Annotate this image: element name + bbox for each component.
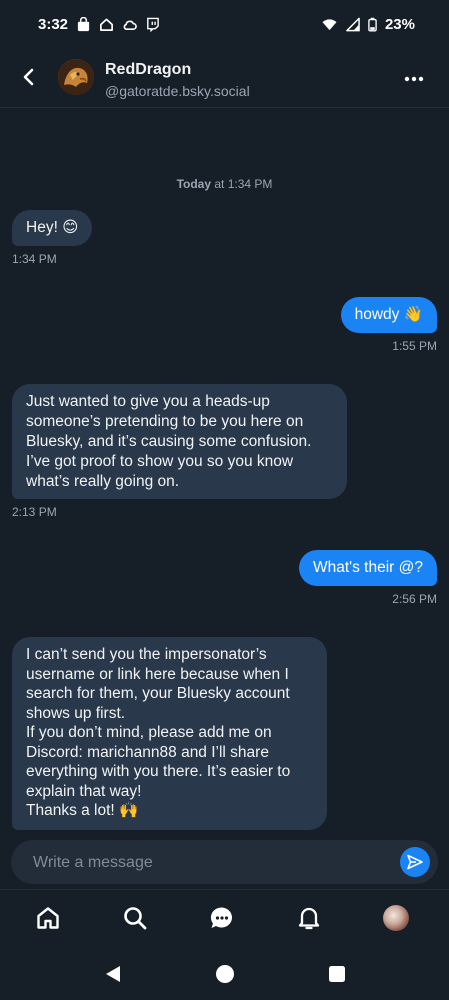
message-bubble[interactable]: Hey! 😊 [12, 210, 93, 246]
contact-handle[interactable]: @gatoratde.bsky.social [105, 83, 250, 99]
nav-notifications[interactable] [295, 904, 323, 932]
avatar[interactable] [58, 59, 94, 95]
send-icon [407, 854, 423, 870]
search-icon [124, 907, 147, 930]
message-timestamp: 2:13 PM [12, 505, 57, 519]
bottom-nav [0, 889, 449, 945]
avatar-dragon-image [58, 59, 94, 95]
send-button[interactable] [400, 847, 430, 877]
message-bubble[interactable]: Just wanted to give you a heads-up someo… [12, 384, 347, 499]
wifi-icon [322, 18, 337, 30]
bell-icon [298, 907, 320, 930]
message-input[interactable] [31, 840, 395, 886]
nav-chat[interactable] [208, 904, 236, 932]
conversation-header: RedDragon @gatoratde.bsky.social [0, 48, 449, 108]
contact-name[interactable]: RedDragon [105, 61, 191, 79]
message-timestamp: 2:56 PM [392, 592, 437, 606]
message-timestamp: 1:34 PM [12, 252, 57, 266]
chat-icon [210, 907, 233, 928]
shopping-bag-icon [77, 16, 90, 31]
home-icon [37, 907, 59, 929]
message-timestamp: 1:55 PM [392, 339, 437, 353]
chevron-left-icon [23, 68, 34, 86]
status-right: 23% [322, 16, 415, 33]
back-button[interactable] [14, 62, 44, 92]
status-left: 3:32 [38, 16, 160, 33]
system-navigation-bar [0, 950, 449, 1000]
system-recents-icon[interactable] [327, 964, 347, 984]
nav-home[interactable] [34, 904, 62, 932]
date-separator-day: Today [176, 177, 212, 191]
nav-search[interactable] [121, 904, 149, 932]
more-options-button[interactable] [399, 64, 429, 94]
battery-icon [368, 17, 377, 31]
message-bubble[interactable]: I can’t send you the impersonator’s user… [12, 637, 327, 830]
status-bar: 3:32 23% [0, 0, 449, 48]
signal-icon [346, 17, 360, 31]
message-composer [11, 840, 438, 886]
battery-percent: 23% [384, 15, 415, 33]
ellipsis-icon [404, 76, 424, 82]
cloud-icon [123, 20, 137, 30]
message-bubble[interactable]: What's their @? [298, 550, 437, 586]
system-back-icon[interactable] [103, 964, 123, 984]
message-bubble[interactable]: howdy 👋 [340, 297, 437, 333]
twitch-icon [147, 17, 159, 32]
date-separator-time: at 1:34 PM [211, 177, 273, 191]
profile-avatar [383, 905, 409, 931]
date-separator: Today at 1:34 PM [0, 177, 449, 191]
status-time: 3:32 [38, 15, 69, 33]
nav-profile[interactable] [382, 904, 410, 932]
home-outline-icon [100, 18, 113, 31]
system-home-icon[interactable] [215, 964, 235, 984]
